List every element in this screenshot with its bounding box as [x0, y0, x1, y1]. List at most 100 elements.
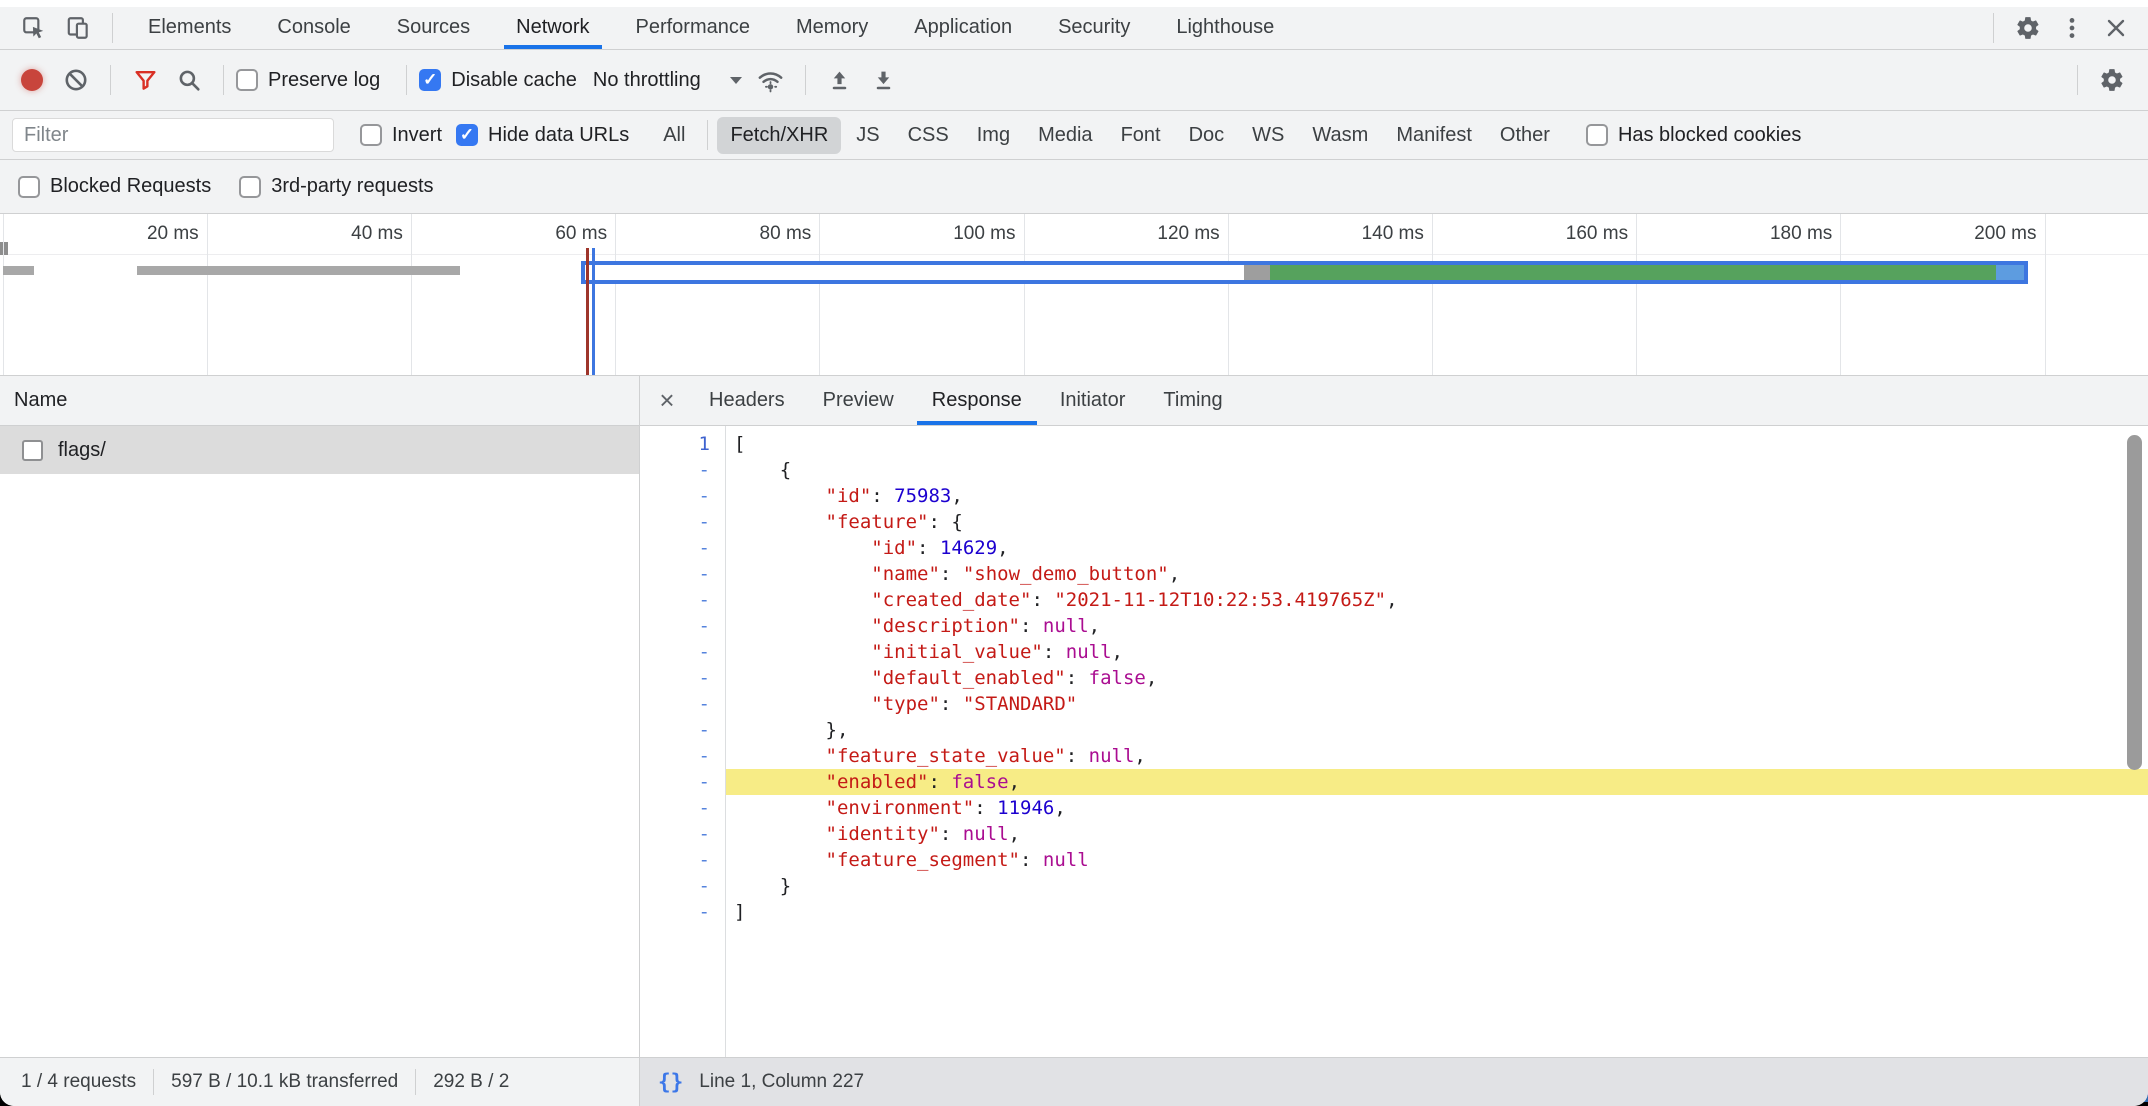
response-line: - "environment": 11946, — [640, 795, 2148, 821]
network-settings-gear-icon[interactable] — [2090, 61, 2134, 99]
has-blocked-cookies-label: Has blocked cookies — [1618, 124, 1801, 147]
line-gutter: - — [640, 639, 725, 665]
filter-type-all[interactable]: All — [650, 117, 698, 154]
request-detail-panel: × HeadersPreviewResponseInitiatorTiming … — [640, 376, 2148, 1057]
line-gutter: - — [640, 691, 725, 717]
close-detail-icon[interactable]: × — [644, 385, 690, 416]
blocked-requests-checkbox[interactable] — [18, 176, 40, 198]
response-line: - } — [640, 873, 2148, 899]
filter-type-css[interactable]: CSS — [895, 117, 962, 154]
export-har-icon[interactable] — [862, 61, 906, 99]
line-content: "id": 14629, — [725, 535, 2148, 561]
response-line: - }, — [640, 717, 2148, 743]
line-content: "description": null, — [725, 613, 2148, 639]
status-item-2: 292 B / 2 — [433, 1071, 509, 1093]
divider — [1993, 13, 1994, 43]
settings-gear-icon[interactable] — [2006, 9, 2050, 47]
line-gutter: - — [640, 457, 725, 483]
detail-tab-response[interactable]: Response — [932, 376, 1022, 425]
filter-type-img[interactable]: Img — [964, 117, 1023, 154]
name-column-header[interactable]: Name — [0, 376, 639, 426]
response-line: - "enabled": false, — [640, 769, 2148, 795]
detail-tab-bar: × Headers Preview Response Initiator Timing — [640, 376, 2148, 426]
detail-tab-headers[interactable]: Headers — [709, 376, 785, 425]
preserve-log-checkbox[interactable] — [236, 69, 258, 91]
pretty-print-icon[interactable]: {} — [658, 1070, 683, 1094]
response-line: - "feature_segment": null — [640, 847, 2148, 873]
filter-bar: Invert Hide data URLs AllFetch/XHRJSCSSI… — [0, 111, 2148, 160]
divider — [112, 13, 113, 43]
line-content: { — [725, 457, 2148, 483]
filter-type-manifest[interactable]: Manifest — [1383, 117, 1485, 154]
network-conditions-icon[interactable] — [749, 61, 793, 99]
inspect-element-icon[interactable] — [12, 9, 56, 47]
third-party-requests-checkbox[interactable] — [239, 176, 261, 198]
timeline-tick-label: 60 ms — [555, 223, 607, 245]
import-har-icon[interactable] — [818, 61, 862, 99]
tab-performance[interactable]: Performance — [636, 6, 751, 49]
response-line: 1[ — [640, 431, 2148, 457]
line-gutter: - — [640, 483, 725, 509]
line-gutter: - — [640, 821, 725, 847]
timeline-overview[interactable]: 20 ms40 ms60 ms80 ms100 ms120 ms140 ms16… — [0, 214, 2148, 376]
filter-type-ws[interactable]: WS — [1239, 117, 1297, 154]
filter-type-other[interactable]: Other — [1487, 117, 1563, 154]
line-content: ] — [725, 899, 2148, 925]
timeline-tick-label: 200 ms — [1974, 223, 2036, 245]
clear-network-log-button[interactable] — [54, 61, 98, 99]
tab-lighthouse[interactable]: Lighthouse — [1176, 6, 1274, 49]
kebab-menu-icon[interactable] — [2050, 9, 2094, 47]
request-waterfall-bar[interactable] — [581, 261, 2028, 284]
filter-options-row: Blocked Requests 3rd-party requests — [0, 160, 2148, 214]
record-network-log-button[interactable] — [10, 61, 54, 99]
detail-tab-initiator[interactable]: Initiator — [1060, 376, 1126, 425]
tab-elements[interactable]: Elements — [148, 6, 231, 49]
timeline-tick-label: 140 ms — [1362, 223, 1424, 245]
line-content: "created_date": "2021-11-12T10:22:53.419… — [725, 587, 2148, 613]
throttling-select[interactable]: No throttling — [593, 69, 743, 92]
request-row-flags[interactable]: flags/ — [0, 426, 639, 474]
line-gutter: - — [640, 509, 725, 535]
disable-cache-checkbox[interactable] — [419, 69, 441, 91]
hide-data-urls-checkbox[interactable] — [456, 124, 478, 146]
detail-tab-timing[interactable]: Timing — [1163, 376, 1222, 425]
line-content: "identity": null, — [725, 821, 2148, 847]
filter-type-fetch-xhr[interactable]: Fetch/XHR — [717, 117, 841, 154]
timeline-tick-label: 100 ms — [953, 223, 1015, 245]
tab-network[interactable]: Network — [516, 6, 589, 49]
response-line: - { — [640, 457, 2148, 483]
timeline-gridline — [615, 214, 616, 375]
line-content: "initial_value": null, — [725, 639, 2148, 665]
filter-input[interactable] — [12, 118, 334, 152]
search-icon[interactable] — [167, 61, 211, 99]
detail-tabs: Headers Preview Response Initiator Timing — [690, 376, 1242, 425]
tab-console[interactable]: Console — [277, 6, 350, 49]
line-gutter: - — [640, 743, 725, 769]
tab-security[interactable]: Security — [1058, 6, 1130, 49]
line-content: "name": "show_demo_button", — [725, 561, 2148, 587]
timeline-gridline — [1636, 214, 1637, 375]
divider — [406, 65, 407, 95]
filter-type-wasm[interactable]: Wasm — [1299, 117, 1381, 154]
divider — [415, 1069, 416, 1095]
tab-application[interactable]: Application — [914, 6, 1012, 49]
divider — [707, 120, 708, 150]
tab-sources[interactable]: Sources — [397, 6, 470, 49]
filter-funnel-icon[interactable] — [123, 61, 167, 99]
scrollbar-thumb[interactable] — [2127, 435, 2142, 770]
tab-memory[interactable]: Memory — [796, 6, 868, 49]
detail-tab-preview[interactable]: Preview — [823, 376, 894, 425]
divider — [110, 65, 111, 95]
filter-type-font[interactable]: Font — [1108, 117, 1174, 154]
waterfall-segment-gray — [1244, 265, 1271, 280]
filter-type-media[interactable]: Media — [1025, 117, 1105, 154]
has-blocked-cookies-checkbox[interactable] — [1586, 124, 1608, 146]
response-line: - "default_enabled": false, — [640, 665, 2148, 691]
close-devtools-icon[interactable] — [2094, 9, 2138, 47]
status-item-1: 597 B / 10.1 kB transferred — [171, 1071, 398, 1093]
line-content: "feature_segment": null — [725, 847, 2148, 873]
filter-type-js[interactable]: JS — [843, 117, 892, 154]
filter-type-doc[interactable]: Doc — [1176, 117, 1238, 154]
device-toolbar-icon[interactable] — [56, 9, 100, 47]
invert-checkbox[interactable] — [360, 124, 382, 146]
